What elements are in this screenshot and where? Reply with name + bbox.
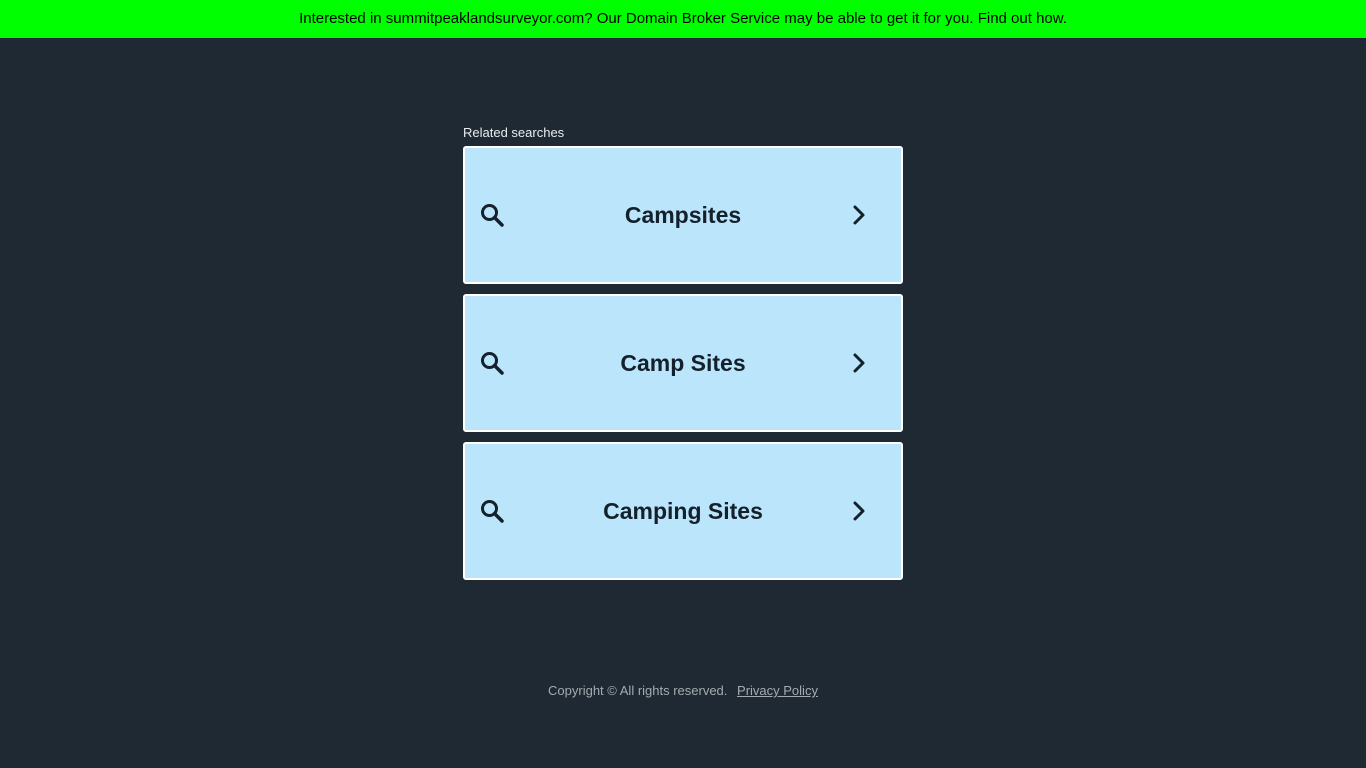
chevron-right-icon — [853, 353, 865, 373]
related-searches: Related searches Campsites Camp Sites Ca… — [463, 125, 903, 590]
domain-broker-banner[interactable]: Interested in summitpeaklandsurveyor.com… — [0, 0, 1366, 38]
related-search-camping-sites[interactable]: Camping Sites — [463, 442, 903, 580]
related-search-campsites[interactable]: Campsites — [463, 146, 903, 284]
footer: Copyright © All rights reserved. Privacy… — [0, 683, 1366, 698]
privacy-policy-link[interactable]: Privacy Policy — [737, 683, 818, 698]
chevron-right-icon — [853, 205, 865, 225]
related-search-label: Campsites — [624, 202, 742, 228]
related-search-label: Camp Sites — [620, 350, 746, 376]
banner-text[interactable]: Interested in summitpeaklandsurveyor.com… — [299, 10, 1067, 27]
related-searches-label: Related searches — [463, 125, 565, 140]
related-search-camp-sites[interactable]: Camp Sites — [463, 294, 903, 432]
copyright-text: Copyright © All rights reserved. — [548, 683, 728, 698]
related-search-label: Camping Sites — [603, 498, 763, 524]
chevron-right-icon — [853, 501, 865, 521]
